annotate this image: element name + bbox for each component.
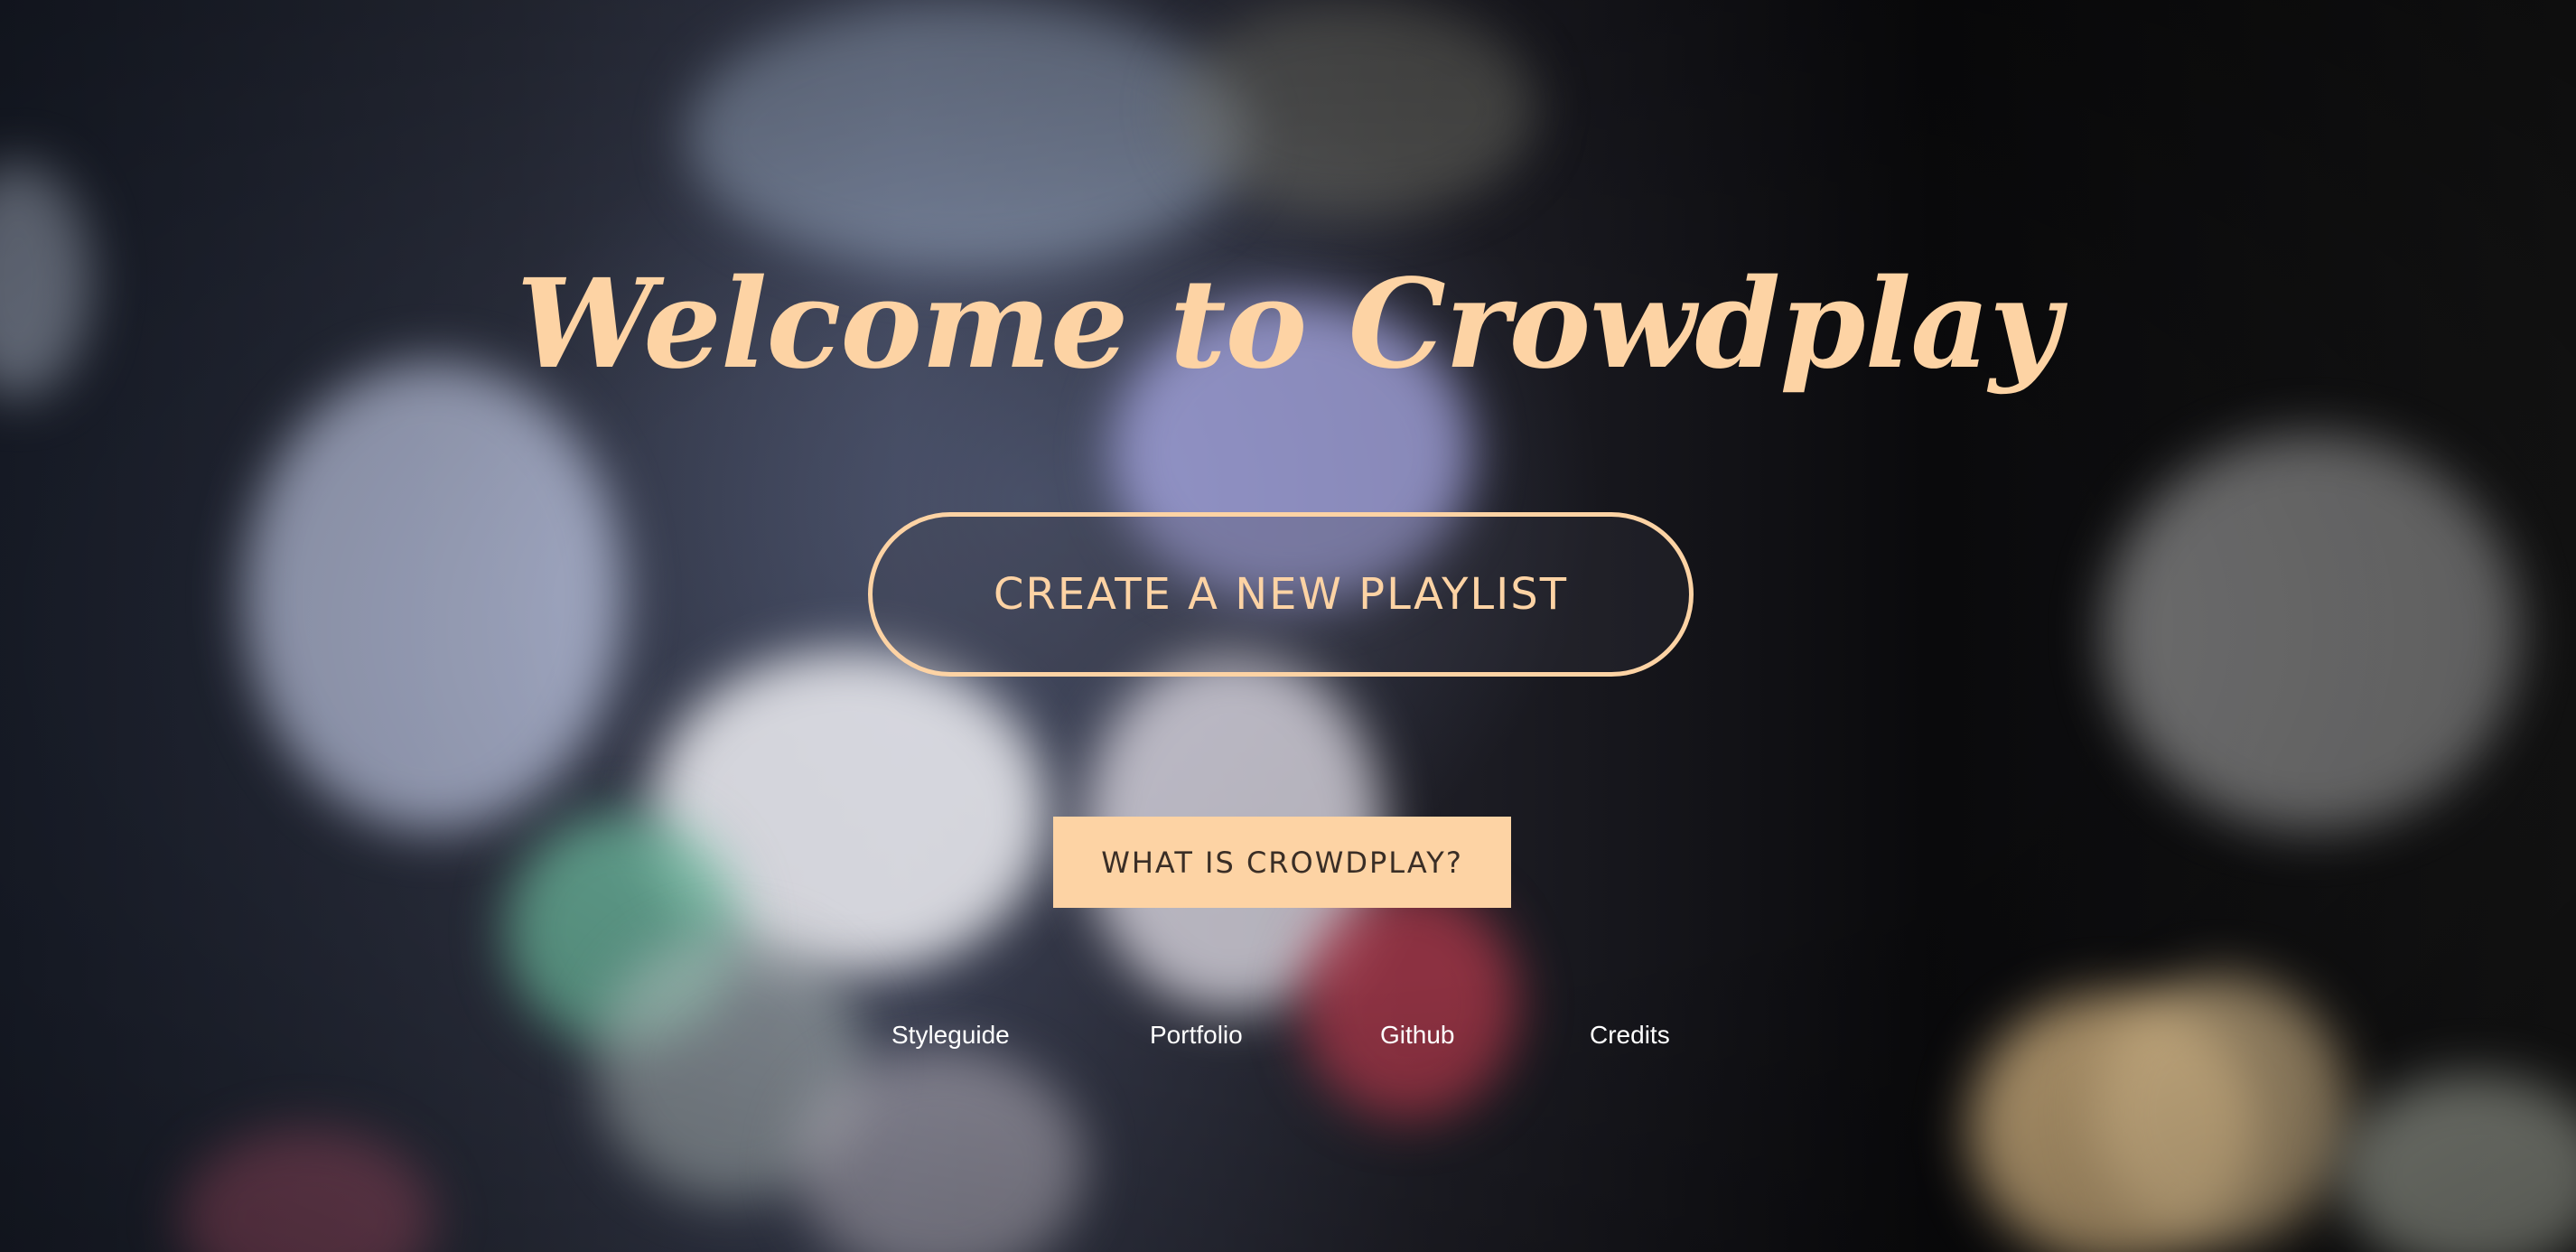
- nav-link-portfolio[interactable]: Portfolio: [1150, 1021, 1243, 1050]
- what-is-crowdplay-button[interactable]: WHAT IS CROWDPLAY?: [1053, 817, 1511, 908]
- nav-link-credits[interactable]: Credits: [1590, 1021, 1670, 1050]
- footer-nav: Styleguide Portfolio Github Credits: [0, 1021, 2576, 1053]
- create-playlist-button[interactable]: CREATE A NEW PLAYLIST: [868, 512, 1694, 677]
- nav-link-styleguide[interactable]: Styleguide: [891, 1021, 1010, 1050]
- page-title: Welcome to Crowdplay: [516, 252, 2061, 397]
- nav-link-github[interactable]: Github: [1380, 1021, 1455, 1050]
- landing-page: Welcome to Crowdplay CREATE A NEW PLAYLI…: [0, 0, 2576, 1252]
